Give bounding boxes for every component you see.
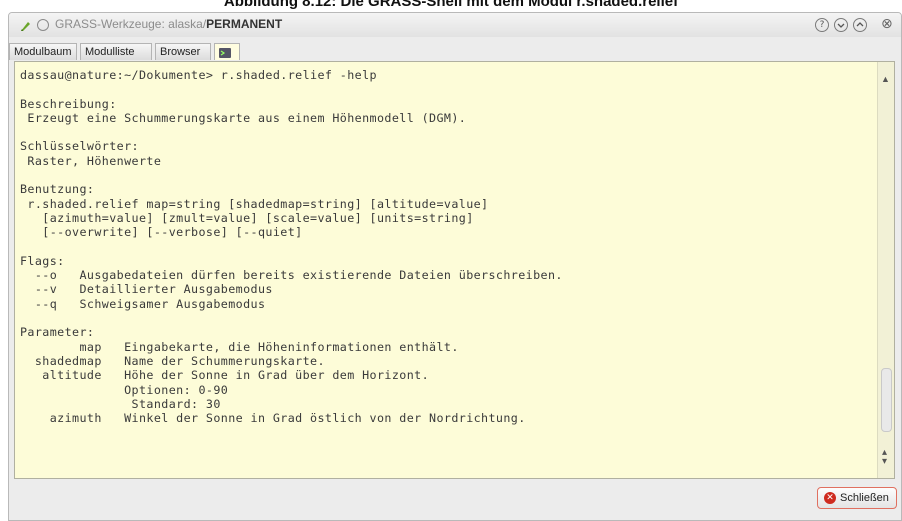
close-button-label: Schließen xyxy=(840,492,889,504)
console-line: Erzeugt eine Schummerungskarte aus einem… xyxy=(20,110,467,125)
question-icon[interactable]: ? xyxy=(815,18,829,32)
window-title: GRASS-Werkzeuge: alaska/PERMANENT xyxy=(55,17,282,31)
console-line: Beschreibung: xyxy=(20,96,117,111)
vertical-scrollbar[interactable]: ▲ ▴ ▾ xyxy=(877,62,894,478)
console-line: [azimuth=value] [zmult=value] [scale=val… xyxy=(20,210,474,225)
window-title-location: PERMANENT xyxy=(206,17,283,31)
scroll-up-icon[interactable]: ▲ xyxy=(881,74,890,84)
shell-icon xyxy=(219,47,231,58)
figure-caption: Abbildung 8.12: Die GRASS-Shell mit dem … xyxy=(223,0,679,10)
console-line: map Eingabekarte, die Höheninformationen… xyxy=(20,339,459,354)
console-line: --q Schweigsamer Ausgabemodus xyxy=(20,296,266,311)
title-bar[interactable]: GRASS-Werkzeuge: alaska/PERMANENT ? ⊗ xyxy=(9,13,901,37)
tab-shell[interactable] xyxy=(214,43,240,60)
console-line: Optionen: 0-90 xyxy=(20,382,229,397)
window-close-button[interactable]: ⊗ xyxy=(881,16,893,32)
window-menu-icon[interactable] xyxy=(37,19,49,31)
chevron-down-icon xyxy=(837,23,845,28)
console-line: --o Ausgabedateien dürfen bereits existi… xyxy=(20,268,563,283)
console-line: azimuth Winkel der Sonne in Grad östlich… xyxy=(20,411,526,426)
console-line: shadedmap Name der Schummerungskarte. xyxy=(20,353,325,368)
chevron-up-icon xyxy=(856,22,864,27)
maximize-button[interactable] xyxy=(853,18,867,32)
scrollbar-thumb[interactable] xyxy=(881,368,892,432)
tab-modulbaum[interactable]: Modulbaum xyxy=(9,43,77,60)
console-line: altitude Höhe der Sonne in Grad über dem… xyxy=(20,368,430,383)
console-line: dassau@nature:~/Dokumente> r.shaded.reli… xyxy=(20,68,377,82)
console-line: Schlüsselwörter: xyxy=(20,139,139,154)
close-icon: ✕ xyxy=(824,492,836,504)
tab-modulliste[interactable]: Modulliste xyxy=(80,43,152,60)
console-line: Benutzung: xyxy=(20,182,95,197)
window-title-prefix: GRASS-Werkzeuge: alaska/ xyxy=(55,17,207,31)
close-button[interactable]: ✕ Schließen xyxy=(817,487,897,509)
shell-console[interactable]: dassau@nature:~/Dokumente> r.shaded.reli… xyxy=(14,61,895,479)
grass-app-icon xyxy=(19,19,31,31)
minimize-button[interactable] xyxy=(834,18,848,32)
console-output: dassau@nature:~/Dokumente> r.shaded.reli… xyxy=(20,68,563,425)
console-line: Parameter: xyxy=(20,325,95,340)
grass-tools-window: GRASS-Werkzeuge: alaska/PERMANENT ? ⊗ Mo… xyxy=(8,12,902,521)
tab-browser[interactable]: Browser xyxy=(155,43,211,60)
scroll-stepper-icon[interactable]: ▴ ▾ xyxy=(882,448,887,467)
console-line: Flags: xyxy=(20,253,65,268)
console-line: r.shaded.relief map=string [shadedmap=st… xyxy=(20,196,489,211)
console-line: Standard: 30 xyxy=(20,396,221,411)
console-line: --v Detaillierter Ausgabemodus xyxy=(20,282,273,297)
console-line: Raster, Höhenwerte xyxy=(20,153,162,168)
console-line: [--overwrite] [--verbose] [--quiet] xyxy=(20,225,303,240)
